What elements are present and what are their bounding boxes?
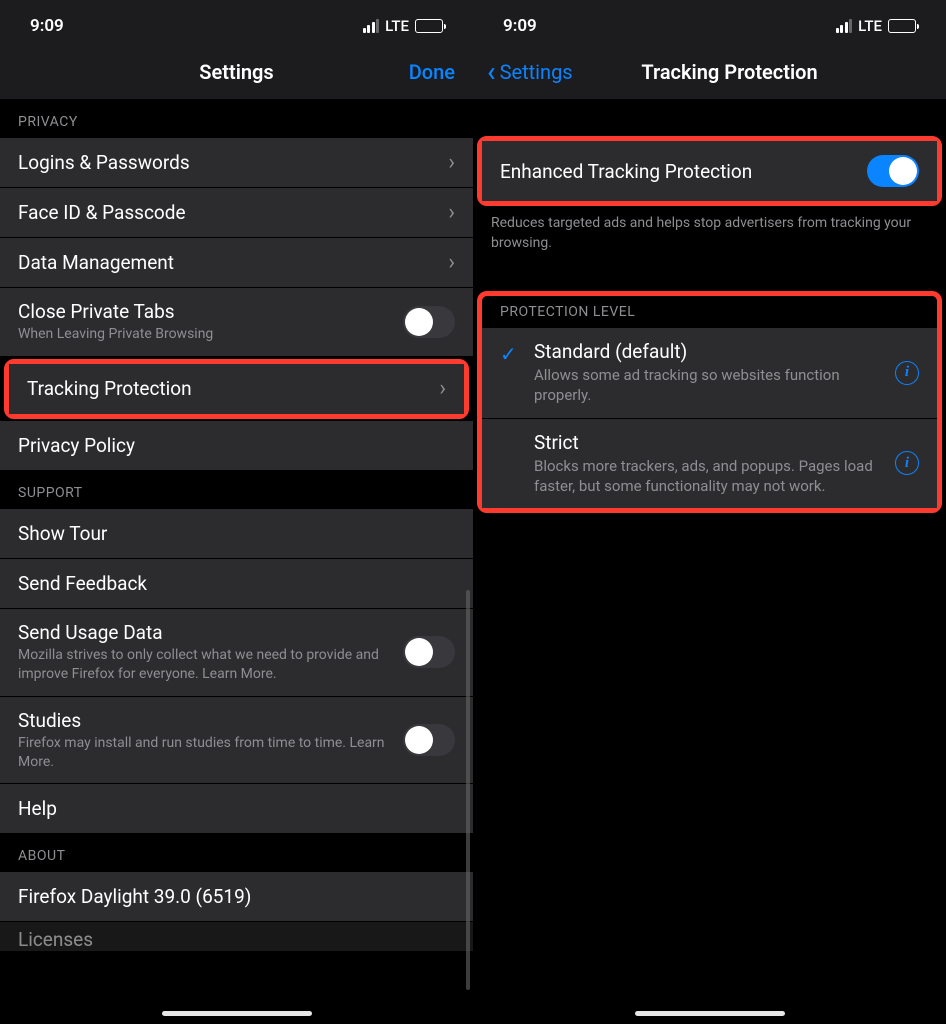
option-subtitle: Allows some ad tracking so websites func…: [534, 365, 883, 406]
send-feedback-row[interactable]: Send Feedback: [0, 559, 473, 609]
version-row[interactable]: Firefox Daylight 39.0 (6519): [0, 872, 473, 922]
protection-level-highlight: PROTECTION LEVEL ✓ Standard (default) Al…: [477, 291, 942, 513]
tracking-protection-highlight: Tracking Protection ›: [4, 359, 469, 419]
licenses-row[interactable]: Licenses: [0, 922, 473, 952]
row-subtitle: When Leaving Private Browsing: [18, 325, 403, 344]
logins-passwords-row[interactable]: Logins & Passwords ›: [0, 138, 473, 188]
chevron-left-icon: ‹: [487, 55, 496, 88]
nav-title: Tracking Protection: [641, 60, 817, 84]
row-title: Tracking Protection: [27, 377, 439, 400]
status-bar: 9:09 LTE: [0, 0, 473, 44]
privacy-policy-row[interactable]: Privacy Policy: [0, 421, 473, 471]
help-row[interactable]: Help: [0, 784, 473, 834]
faceid-passcode-row[interactable]: Face ID & Passcode ›: [0, 188, 473, 238]
status-time: 9:09: [30, 16, 64, 36]
back-label: Settings: [500, 60, 573, 84]
row-title: Logins & Passwords: [18, 151, 448, 174]
send-usage-data-row[interactable]: Send Usage Data Mozilla strives to only …: [0, 609, 473, 697]
tracking-content: Enhanced Tracking Protection Reduces tar…: [473, 100, 946, 1024]
status-right: LTE: [363, 17, 443, 35]
chevron-right-icon: ›: [448, 200, 455, 225]
support-header: SUPPORT: [0, 471, 473, 509]
chevron-right-icon: ›: [448, 250, 455, 275]
status-time: 9:09: [503, 16, 537, 36]
scrollbar[interactable]: [466, 590, 470, 990]
etp-title: Enhanced Tracking Protection: [500, 160, 867, 183]
settings-content[interactable]: PRIVACY Logins & Passwords › Face ID & P…: [0, 100, 473, 1024]
row-title: Face ID & Passcode: [18, 201, 448, 224]
about-header: ABOUT: [0, 834, 473, 872]
done-button[interactable]: Done: [409, 60, 455, 84]
option-title: Standard (default): [534, 340, 883, 363]
signal-icon: [363, 19, 380, 33]
data-management-row[interactable]: Data Management ›: [0, 238, 473, 288]
back-button[interactable]: ‹ Settings: [487, 55, 573, 88]
etp-toggle[interactable]: [867, 155, 919, 187]
send-usage-toggle[interactable]: [403, 636, 455, 668]
close-private-tabs-row[interactable]: Close Private Tabs When Leaving Private …: [0, 288, 473, 357]
etp-highlight: Enhanced Tracking Protection: [477, 136, 942, 206]
home-indicator[interactable]: [635, 1011, 785, 1016]
check-icon: ✓: [500, 340, 522, 366]
standard-option[interactable]: ✓ Standard (default) Allows some ad trac…: [482, 328, 937, 419]
row-title: Data Management: [18, 251, 448, 274]
row-subtitle: Mozilla strives to only collect what we …: [18, 646, 403, 684]
info-icon[interactable]: i: [895, 361, 919, 385]
studies-toggle[interactable]: [403, 724, 455, 756]
chevron-right-icon: ›: [439, 376, 446, 401]
nav-bar: Settings Done: [0, 44, 473, 100]
battery-icon: [415, 19, 443, 33]
check-placeholder: [500, 431, 522, 433]
show-tour-row[interactable]: Show Tour: [0, 509, 473, 559]
settings-screen: 9:09 LTE Settings Done PRIVACY Logins & …: [0, 0, 473, 1024]
privacy-header: PRIVACY: [0, 100, 473, 138]
etp-row[interactable]: Enhanced Tracking Protection: [482, 141, 937, 201]
protection-level-header: PROTECTION LEVEL: [482, 296, 937, 328]
home-indicator[interactable]: [162, 1011, 312, 1016]
option-subtitle: Blocks more trackers, ads, and popups. P…: [534, 456, 883, 497]
row-subtitle: Firefox may install and run studies from…: [18, 734, 403, 772]
nav-title: Settings: [199, 60, 273, 84]
network-label: LTE: [385, 17, 409, 35]
row-title: Show Tour: [18, 522, 455, 545]
battery-icon: [888, 19, 916, 33]
tracking-protection-screen: 9:09 LTE ‹ Settings Tracking Protection …: [473, 0, 946, 1024]
strict-option[interactable]: Strict Blocks more trackers, ads, and po…: [482, 419, 937, 509]
tracking-protection-row[interactable]: Tracking Protection ›: [9, 364, 464, 414]
row-title: Close Private Tabs: [18, 300, 403, 323]
close-private-tabs-toggle[interactable]: [403, 306, 455, 338]
row-title: Send Usage Data: [18, 621, 403, 644]
status-right: LTE: [836, 17, 916, 35]
option-title: Strict: [534, 431, 883, 454]
network-label: LTE: [858, 17, 882, 35]
row-title: Send Feedback: [18, 572, 455, 595]
row-title: Firefox Daylight 39.0 (6519): [18, 885, 455, 908]
chevron-right-icon: ›: [448, 150, 455, 175]
row-title: Help: [18, 797, 455, 820]
row-title: Studies: [18, 709, 403, 732]
status-bar: 9:09 LTE: [473, 0, 946, 44]
row-title: Privacy Policy: [18, 434, 455, 457]
studies-row[interactable]: Studies Firefox may install and run stud…: [0, 697, 473, 785]
info-icon[interactable]: i: [895, 451, 919, 475]
signal-icon: [836, 19, 853, 33]
row-title: Licenses: [18, 928, 455, 951]
nav-bar: ‹ Settings Tracking Protection: [473, 44, 946, 100]
etp-footer: Reduces targeted ads and helps stop adve…: [473, 206, 946, 267]
